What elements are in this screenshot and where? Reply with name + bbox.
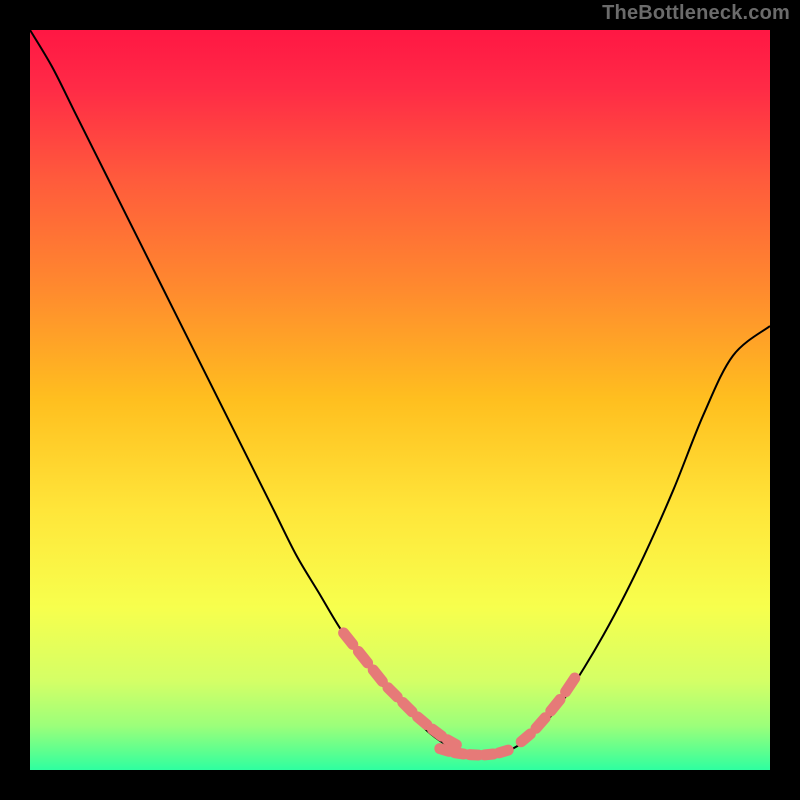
highlight-dash xyxy=(484,754,493,755)
highlight-bottom-segment xyxy=(440,749,508,755)
highlight-dash xyxy=(499,750,508,753)
highlight-dash xyxy=(536,718,545,729)
highlight-dash xyxy=(344,633,353,644)
highlight-dash xyxy=(566,678,575,692)
highlight-dash xyxy=(447,740,456,745)
highlight-dash xyxy=(440,749,449,752)
highlight-dash xyxy=(403,703,412,712)
highlight-dash xyxy=(432,729,441,736)
highlight-dash xyxy=(455,753,464,754)
watermark-text: TheBottleneck.com xyxy=(602,2,790,25)
highlight-dash xyxy=(358,651,367,662)
highlight-dash xyxy=(418,717,427,725)
chart-stage: TheBottleneck.com xyxy=(0,0,800,800)
chart-svg xyxy=(30,30,770,770)
highlight-dash xyxy=(373,670,382,681)
chart-background xyxy=(30,30,770,770)
plot-area xyxy=(30,30,770,770)
highlight-dash xyxy=(551,700,560,711)
highlight-dash xyxy=(521,734,530,742)
highlight-dash xyxy=(388,688,397,697)
